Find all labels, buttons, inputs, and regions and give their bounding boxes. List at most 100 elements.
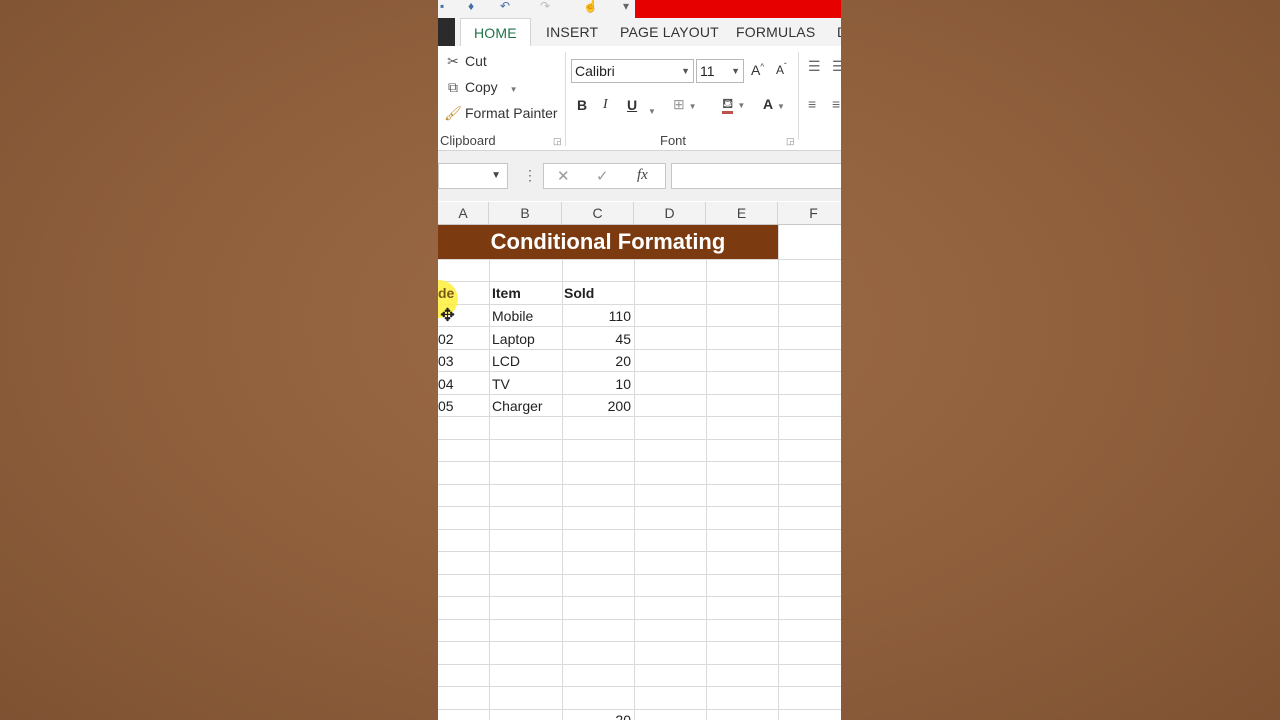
chevron-down-icon: ▼ — [491, 170, 501, 181]
group-divider — [565, 52, 566, 146]
tab-formulas[interactable]: FORMULAS — [736, 18, 815, 46]
tab-home[interactable]: HOME — [460, 18, 531, 46]
cell-sold[interactable]: 110 — [562, 305, 631, 327]
underline-button[interactable]: U — [627, 97, 637, 113]
bold-button[interactable]: B — [577, 97, 587, 113]
cell-sold[interactable]: 20 — [562, 350, 631, 372]
file-tab[interactable] — [438, 18, 455, 46]
name-box[interactable]: ▼ — [438, 163, 508, 189]
font-color-button[interactable]: A ▼ — [763, 96, 785, 112]
gridline — [438, 574, 841, 575]
column-header-d[interactable]: D — [634, 202, 706, 224]
insert-function-icon[interactable]: fx — [637, 167, 648, 184]
chevron-down-icon: ▼ — [737, 101, 746, 110]
formula-bar: ▼ ⋮ ✕ ✓ fx — [438, 151, 841, 201]
cell-sold[interactable]: 45 — [562, 328, 631, 350]
cell-item[interactable]: Charger — [492, 395, 543, 417]
down-caret-icon: ˇ — [784, 62, 787, 71]
move-cursor-icon: ✥ — [440, 305, 456, 325]
column-header-f[interactable]: F — [778, 202, 841, 224]
enter-icon[interactable]: ✓ — [596, 167, 609, 185]
gridline — [438, 709, 841, 710]
gridline — [706, 225, 707, 720]
chevron-down-icon: ▼ — [648, 107, 656, 116]
cell-code[interactable]: 05 — [438, 395, 454, 417]
grow-font-button[interactable]: A^ — [751, 62, 764, 78]
italic-button[interactable]: I — [603, 97, 608, 113]
column-header-e[interactable]: E — [706, 202, 778, 224]
gridline — [438, 529, 841, 530]
copy-icon: ⧉ — [448, 79, 458, 95]
gridline — [438, 551, 841, 552]
paint-bucket-icon: ⛾ — [722, 95, 734, 114]
gridline — [778, 225, 779, 720]
column-headers: A B C D E F — [438, 202, 841, 225]
cell-item[interactable]: LCD — [492, 350, 520, 372]
tab-insert[interactable]: INSERT — [546, 18, 598, 46]
undo-icon[interactable]: ↶ — [500, 0, 510, 12]
align-center-icon[interactable]: ≡ — [832, 96, 840, 112]
column-header-c[interactable]: C — [562, 202, 634, 224]
format-painter-button[interactable]: 🖌 Format Painter — [444, 105, 557, 122]
header-code[interactable]: de — [438, 282, 454, 304]
column-header-b[interactable]: B — [489, 202, 562, 224]
font-family-select[interactable]: Calibri ▼ — [571, 59, 694, 83]
header-item[interactable]: Item — [492, 282, 521, 304]
excel-window: ▪ ♦ ↶ ↷ ☝ ▾ HOME INSERT PAGE LAYOUT FORM… — [438, 0, 841, 720]
chevron-down-icon: ▼ — [777, 102, 785, 111]
cut-button[interactable]: ✂ Cut — [444, 53, 487, 70]
cell-item[interactable]: Laptop — [492, 328, 535, 350]
sheet-title-banner[interactable]: Conditional Formating — [438, 225, 778, 259]
paintbrush-icon: 🖌 — [444, 105, 462, 121]
cell-sold[interactable]: 10 — [562, 373, 631, 395]
gridline — [634, 225, 635, 720]
font-group-label: Font — [660, 133, 687, 148]
shrink-font-button[interactable]: Aˇ — [776, 62, 787, 77]
formula-input[interactable] — [671, 163, 841, 189]
borders-button[interactable]: ⊞ ▼ — [673, 96, 697, 113]
underline-options[interactable]: ▼ — [648, 101, 656, 117]
gridline — [438, 439, 841, 440]
clipboard-group-label: Clipboard — [440, 133, 496, 148]
cell-sold-partial[interactable]: 20 — [562, 709, 631, 720]
cell-sold[interactable]: 200 — [562, 395, 631, 417]
chevron-down-icon: ▼ — [681, 66, 690, 76]
tab-page-layout[interactable]: PAGE LAYOUT — [620, 18, 719, 46]
cell-item[interactable]: TV — [492, 373, 510, 395]
gridline — [438, 484, 841, 485]
gridline — [438, 461, 841, 462]
gridline — [562, 225, 563, 720]
pointer-icon[interactable]: ☝ — [583, 0, 598, 12]
cancel-icon[interactable]: ✕ — [557, 167, 570, 185]
customize-qat-icon[interactable]: ▾ — [623, 0, 629, 12]
font-size-select[interactable]: 11 ▼ — [696, 59, 744, 83]
font-launcher-icon[interactable]: ◲ — [786, 136, 795, 147]
align-middle-icon[interactable]: ☰ — [832, 58, 841, 75]
cell-code[interactable]: 02 — [438, 328, 454, 350]
align-left-icon[interactable]: ≡ — [808, 96, 816, 112]
column-header-a[interactable]: A — [438, 202, 489, 224]
worksheet-grid[interactable]: Conditional Formating de Item Sold Mobil… — [438, 225, 841, 720]
header-sold[interactable]: Sold — [564, 282, 594, 304]
cell-item[interactable]: Mobile — [492, 305, 533, 327]
scissors-icon: ✂ — [447, 53, 459, 69]
gridline — [438, 664, 841, 665]
cell-code[interactable]: 04 — [438, 373, 454, 395]
borders-icon: ⊞ — [673, 96, 685, 112]
gridline — [438, 596, 841, 597]
copy-button[interactable]: ⧉ Copy ▼ — [444, 79, 518, 96]
fill-color-button[interactable]: ⛾ ▼ — [722, 95, 745, 114]
align-top-icon[interactable]: ☰ — [808, 58, 821, 75]
save-icon[interactable]: ▪ — [440, 0, 444, 12]
gridline — [438, 259, 841, 260]
formula-bar-handle[interactable]: ⋮ — [523, 167, 537, 184]
cell-code[interactable]: 03 — [438, 350, 454, 372]
tab-data[interactable]: D — [837, 18, 841, 46]
quick-access-toolbar: ▪ ♦ ↶ ↷ ☝ ▾ — [438, 0, 841, 18]
chevron-down-icon[interactable]: ▼ — [510, 85, 518, 94]
ribbon-tabs: HOME INSERT PAGE LAYOUT FORMULAS D — [438, 18, 841, 46]
clipboard-launcher-icon[interactable]: ◲ — [553, 136, 562, 147]
touch-mode-icon[interactable]: ♦ — [468, 0, 474, 12]
gridline — [438, 506, 841, 507]
redo-icon[interactable]: ↷ — [540, 0, 550, 12]
